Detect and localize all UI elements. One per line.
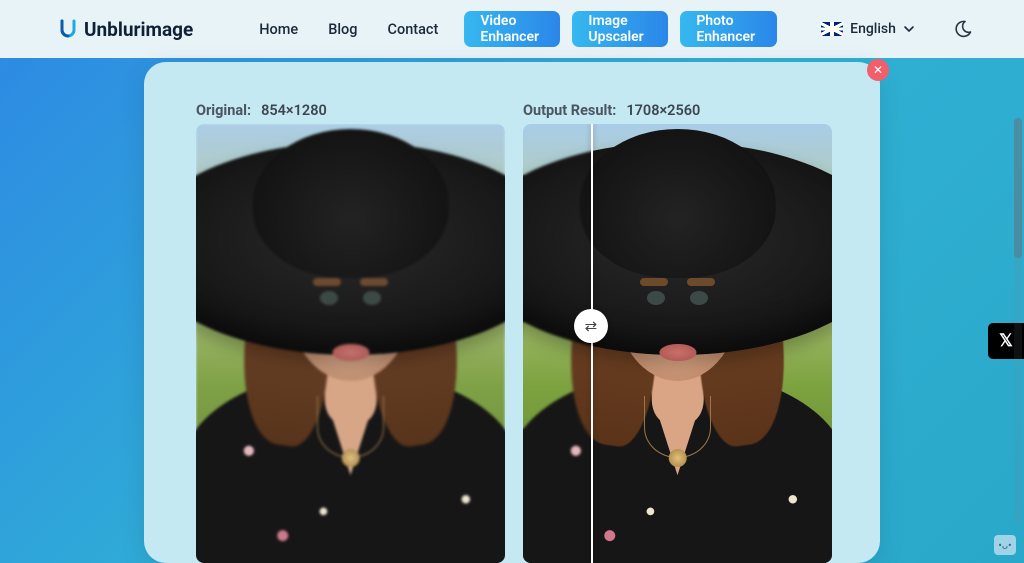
original-label: Original: xyxy=(196,102,251,119)
original-dimensions: 854×1280 xyxy=(261,102,327,119)
language-selector[interactable]: English xyxy=(821,21,915,37)
comparison-slider-handle[interactable]: ⇄ xyxy=(574,309,608,343)
original-image xyxy=(196,124,505,563)
support-widget[interactable]: •ᴗ• xyxy=(994,535,1016,555)
photo-enhancer-button[interactable]: Photo Enhancer xyxy=(680,11,777,47)
brand-logo[interactable]: Unblurimage xyxy=(58,18,193,41)
primary-nav: Home Blog Contact xyxy=(259,21,438,38)
language-label: English xyxy=(850,21,896,37)
x-icon: 𝕏 xyxy=(999,331,1013,351)
output-label-block: Output Result: 1708×2560 xyxy=(523,102,832,119)
video-enhancer-button[interactable]: Video Enhancer xyxy=(464,11,560,47)
face-emoticon-icon: •ᴗ• xyxy=(998,539,1012,552)
page-scrollbar[interactable] xyxy=(1014,118,1022,523)
brand-name: Unblurimage xyxy=(84,18,193,41)
portrait-placeholder xyxy=(196,124,505,563)
comparison-area: ⇄ xyxy=(196,124,832,563)
output-image: ⇄ xyxy=(523,124,832,563)
close-button[interactable]: ✕ xyxy=(867,59,889,81)
swap-icon: ⇄ xyxy=(585,317,598,335)
dark-mode-toggle[interactable] xyxy=(953,15,974,43)
scrollbar-thumb[interactable] xyxy=(1014,118,1022,258)
cta-group: Video Enhancer Image Upscaler Photo Enha… xyxy=(464,11,777,47)
comparison-slider-line[interactable] xyxy=(591,124,593,563)
nav-contact[interactable]: Contact xyxy=(388,21,439,38)
close-icon: ✕ xyxy=(873,63,883,77)
page-stage: ✕ Original: 854×1280 Output Result: 1708… xyxy=(0,58,1024,563)
comparison-labels: Original: 854×1280 Output Result: 1708×2… xyxy=(144,62,880,129)
flag-uk-icon xyxy=(821,22,843,36)
nav-blog[interactable]: Blog xyxy=(328,21,357,38)
comparison-panel: ✕ Original: 854×1280 Output Result: 1708… xyxy=(144,62,880,563)
chevron-down-icon xyxy=(903,23,915,35)
brand-logo-icon xyxy=(58,19,78,39)
output-label: Output Result: xyxy=(523,102,616,119)
nav-home[interactable]: Home xyxy=(259,21,298,38)
moon-icon xyxy=(953,19,973,39)
image-upscaler-button[interactable]: Image Upscaler xyxy=(572,11,668,47)
original-label-block: Original: 854×1280 xyxy=(196,102,505,119)
output-dimensions: 1708×2560 xyxy=(626,102,700,119)
site-header: Unblurimage Home Blog Contact Video Enha… xyxy=(0,0,1024,58)
